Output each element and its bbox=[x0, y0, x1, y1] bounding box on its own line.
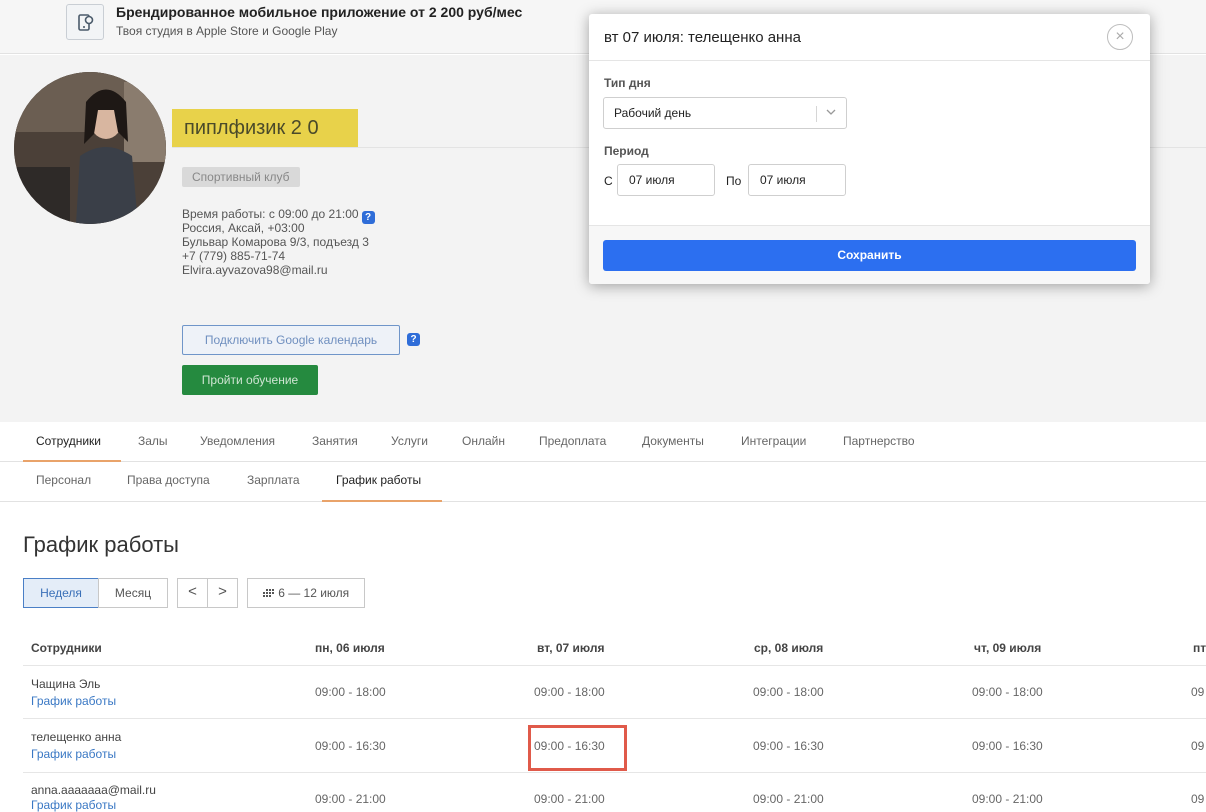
date-range-picker[interactable]: 6 — 12 июля bbox=[247, 578, 365, 608]
schedule-cell[interactable]: 09:00 - 18:00 bbox=[972, 685, 1043, 699]
column-header: чт, 09 июля bbox=[974, 641, 1042, 655]
select-separator bbox=[816, 106, 817, 122]
page-title: График работы bbox=[23, 532, 179, 557]
mobile-app-icon bbox=[66, 4, 104, 40]
banner-subtitle: Твоя студия в Apple Store и Google Play bbox=[116, 24, 338, 38]
email: Elvira.ayvazova98@mail.ru bbox=[182, 263, 328, 277]
schedule-cell[interactable]: 09:00 - 21:00 bbox=[534, 792, 605, 806]
row-divider bbox=[23, 772, 1206, 773]
address: Бульвар Комарова 9/3, подъезд 3 bbox=[182, 235, 369, 249]
date-range-label: 6 — 12 июля bbox=[278, 586, 350, 600]
column-header-employees: Сотрудники bbox=[31, 641, 102, 655]
dialog-footer: Сохранить bbox=[589, 225, 1150, 284]
tab-online[interactable]: Онлайн bbox=[462, 434, 505, 448]
edit-day-dialog: вт 07 июля: телещенко анна × Тип дня Раб… bbox=[589, 14, 1150, 284]
connect-google-calendar-button[interactable]: Подключить Google календарь bbox=[182, 325, 400, 355]
tab-halls[interactable]: Залы bbox=[138, 434, 168, 448]
employee-name: Чащина Эль bbox=[31, 677, 101, 691]
sub-tabs: Персонал Права доступа Зарплата График р… bbox=[0, 462, 1206, 502]
club-name: пиплфизик 2 0 bbox=[184, 117, 319, 139]
close-icon[interactable]: × bbox=[1107, 24, 1133, 50]
save-button[interactable]: Сохранить bbox=[603, 240, 1136, 271]
subtab-schedule[interactable]: График работы bbox=[336, 473, 421, 487]
schedule-cell[interactable]: 09:00 - 21:00 bbox=[972, 792, 1043, 806]
tab-partnership[interactable]: Партнерство bbox=[843, 434, 915, 448]
column-header: ср, 08 июля bbox=[754, 641, 824, 655]
day-type-label: Тип дня bbox=[604, 76, 651, 90]
employee-schedule-link[interactable]: График работы bbox=[31, 694, 116, 708]
to-label: По bbox=[726, 174, 742, 188]
tab-integrations[interactable]: Интеграции bbox=[741, 434, 806, 448]
employee-schedule-link[interactable]: График работы bbox=[31, 798, 116, 812]
selected-cell-highlight bbox=[528, 725, 627, 771]
row-divider bbox=[23, 665, 1206, 666]
club-type-badge: Спортивный клуб bbox=[182, 167, 300, 187]
active-subtab-indicator bbox=[322, 500, 442, 502]
tab-services[interactable]: Услуги bbox=[391, 434, 428, 448]
employee-name: телещенко анна bbox=[31, 730, 122, 744]
from-label: С bbox=[604, 174, 613, 188]
tab-prepayment[interactable]: Предоплата bbox=[539, 434, 606, 448]
calendar-icon bbox=[262, 589, 274, 597]
learn-button[interactable]: Пройти обучение bbox=[182, 365, 318, 395]
subtab-salary[interactable]: Зарплата bbox=[247, 473, 300, 487]
prev-week-button[interactable]: < bbox=[177, 578, 208, 608]
banner-title: Брендированное мобильное приложение от 2… bbox=[116, 4, 523, 20]
main-tabs: Сотрудники Залы Уведомления Занятия Услу… bbox=[0, 423, 1206, 462]
schedule-cell[interactable]: 09 bbox=[1191, 792, 1204, 806]
divider bbox=[589, 60, 1150, 61]
schedule-cell[interactable]: 09 bbox=[1191, 739, 1204, 753]
employee-name: anna.aaaaaaa@mail.ru bbox=[31, 783, 156, 797]
schedule-cell[interactable]: 09:00 - 16:30 bbox=[753, 739, 824, 753]
help-icon[interactable]: ? bbox=[361, 211, 375, 224]
schedule-cell[interactable]: 09:00 - 21:00 bbox=[753, 792, 824, 806]
to-date-input[interactable]: 07 июля bbox=[748, 164, 846, 196]
schedule-cell[interactable]: 09:00 - 18:00 bbox=[534, 685, 605, 699]
week-view-button[interactable]: Неделя bbox=[23, 578, 99, 608]
schedule-cell[interactable]: 09 bbox=[1191, 685, 1204, 699]
from-date-input[interactable]: 07 июля bbox=[617, 164, 715, 196]
month-view-button[interactable]: Месяц bbox=[98, 578, 168, 608]
schedule-cell[interactable]: 09:00 - 18:00 bbox=[753, 685, 824, 699]
day-type-value: Рабочий день bbox=[614, 106, 692, 120]
subtab-staff[interactable]: Персонал bbox=[36, 473, 91, 487]
chevron-down-icon bbox=[825, 102, 837, 125]
dialog-title: вт 07 июля: телещенко анна bbox=[604, 29, 801, 46]
schedule-cell[interactable]: 09:00 - 18:00 bbox=[315, 685, 386, 699]
schedule-cell[interactable]: 09:00 - 16:30 bbox=[315, 739, 386, 753]
column-header: пт bbox=[1193, 641, 1206, 655]
work-hours: Время работы: с 09:00 до 21:00 bbox=[182, 207, 359, 221]
tab-employees[interactable]: Сотрудники bbox=[36, 434, 101, 448]
help-icon[interactable]: ? bbox=[407, 333, 420, 346]
schedule-cell[interactable]: 09:00 - 16:30 bbox=[972, 739, 1043, 753]
period-label: Период bbox=[604, 144, 649, 158]
employee-schedule-link[interactable]: График работы bbox=[31, 747, 116, 761]
next-week-button[interactable]: > bbox=[207, 578, 238, 608]
location: Россия, Аксай, +03:00 bbox=[182, 221, 305, 235]
subtab-access-rights[interactable]: Права доступа bbox=[127, 473, 210, 487]
tab-notifications[interactable]: Уведомления bbox=[200, 434, 275, 448]
avatar bbox=[14, 72, 166, 224]
schedule-cell[interactable]: 09:00 - 21:00 bbox=[315, 792, 386, 806]
phone: +7 (779) 885-71-74 bbox=[182, 249, 286, 263]
day-type-select[interactable]: Рабочий день bbox=[603, 97, 847, 129]
row-divider bbox=[23, 718, 1206, 719]
column-header: пн, 06 июля bbox=[315, 641, 385, 655]
column-header: вт, 07 июля bbox=[537, 641, 605, 655]
tab-classes[interactable]: Занятия bbox=[312, 434, 358, 448]
tab-documents[interactable]: Документы bbox=[642, 434, 704, 448]
